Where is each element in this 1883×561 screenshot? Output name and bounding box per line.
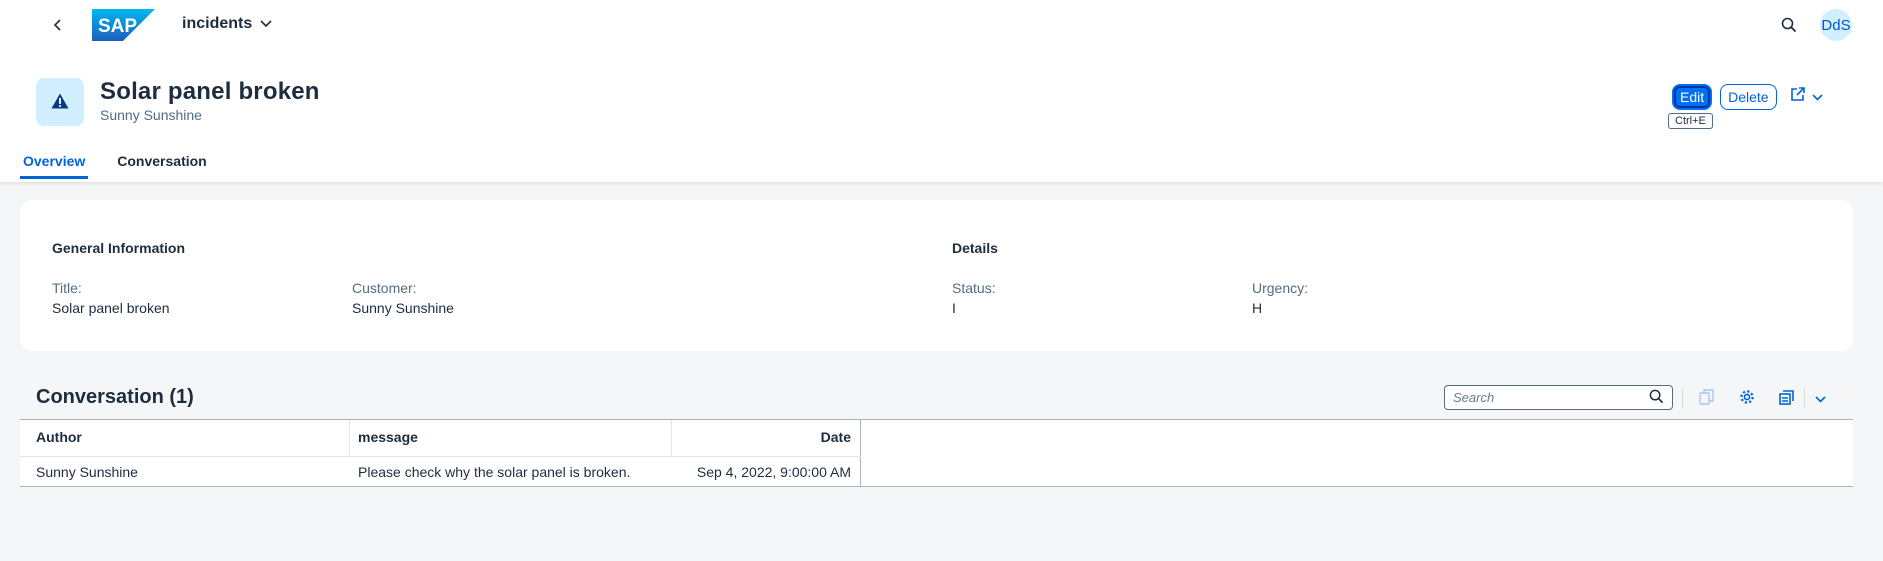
delete-button[interactable]: Delete (1720, 84, 1777, 110)
copy-icon (1698, 388, 1714, 408)
urgency-value: H (1252, 300, 1263, 316)
message-cell: Please check why the solar panel is brok… (358, 464, 631, 480)
shell-search-button[interactable] (1776, 13, 1802, 39)
search-icon (1781, 17, 1797, 36)
date-cell: Sep 4, 2022, 9:00:00 AM (696, 464, 851, 480)
status-value: I (952, 300, 956, 316)
column-divider (349, 420, 350, 456)
export-menu-button[interactable] (1808, 387, 1832, 409)
urgency-label: Urgency: (1252, 280, 1309, 296)
chevron-down-icon (1812, 88, 1823, 104)
column-header-message[interactable]: message (358, 429, 418, 445)
information-card: General Information Title: Solar panel b… (20, 200, 1853, 351)
table-edge (860, 420, 861, 487)
sap-logo[interactable]: SAP (92, 9, 155, 41)
column-header-date[interactable]: Date (680, 429, 851, 445)
table-search-input[interactable] (1453, 390, 1649, 405)
back-button[interactable] (44, 13, 72, 39)
back-icon (52, 18, 64, 34)
column-header-author[interactable]: Author (36, 429, 82, 445)
column-divider (671, 420, 672, 456)
header-actions: Edit Delete (1672, 84, 1777, 110)
customer-value: Sunny Sunshine (352, 300, 454, 316)
status-label: Status: (952, 280, 996, 296)
object-title: Solar panel broken (100, 78, 320, 105)
shell-bar: SAP incidents DdS (0, 0, 1883, 50)
tab-conversation[interactable]: Conversation (114, 150, 209, 179)
sap-logo-text: SAP (98, 16, 137, 37)
share-menu-button[interactable] (1790, 86, 1823, 105)
table-settings-button[interactable] (1735, 387, 1759, 409)
general-information-title: General Information (52, 240, 186, 256)
chevron-down-icon (260, 15, 272, 33)
object-page-header: Solar panel broken Sunny Sunshine Edit D… (0, 50, 1883, 182)
search-icon[interactable] (1649, 389, 1664, 407)
user-avatar[interactable]: DdS (1820, 9, 1852, 41)
table-search-field (1444, 385, 1673, 410)
edit-button[interactable]: Edit (1672, 84, 1713, 110)
settings-icon (1739, 389, 1755, 408)
customer-label: Customer: (352, 280, 417, 296)
copy-button[interactable] (1694, 387, 1718, 409)
object-icon (36, 78, 84, 126)
tab-overview[interactable]: Overview (20, 150, 89, 179)
conversation-table: Author message Date Sunny Sunshine Pleas… (20, 419, 1853, 487)
edit-shortcut-tooltip: Ctrl+E (1668, 113, 1713, 129)
chevron-down-icon (1814, 390, 1826, 406)
object-subtitle: Sunny Sunshine (100, 107, 202, 123)
app-title: incidents (182, 15, 253, 32)
app-title-menu[interactable]: incidents (182, 15, 272, 33)
warning-icon (51, 93, 69, 112)
export-icon (1779, 389, 1795, 408)
conversation-table-title: Conversation (1) (36, 386, 194, 408)
title-label: Title: (52, 280, 82, 296)
toolbar-separator (1804, 388, 1805, 408)
share-icon (1790, 86, 1806, 105)
title-value: Solar panel broken (52, 300, 170, 316)
tab-bar: Overview Conversation (20, 150, 236, 179)
header-divider (20, 456, 861, 457)
toolbar-separator (1682, 388, 1683, 408)
details-title: Details (952, 240, 998, 256)
export-button[interactable] (1775, 387, 1799, 409)
author-cell: Sunny Sunshine (36, 464, 138, 480)
